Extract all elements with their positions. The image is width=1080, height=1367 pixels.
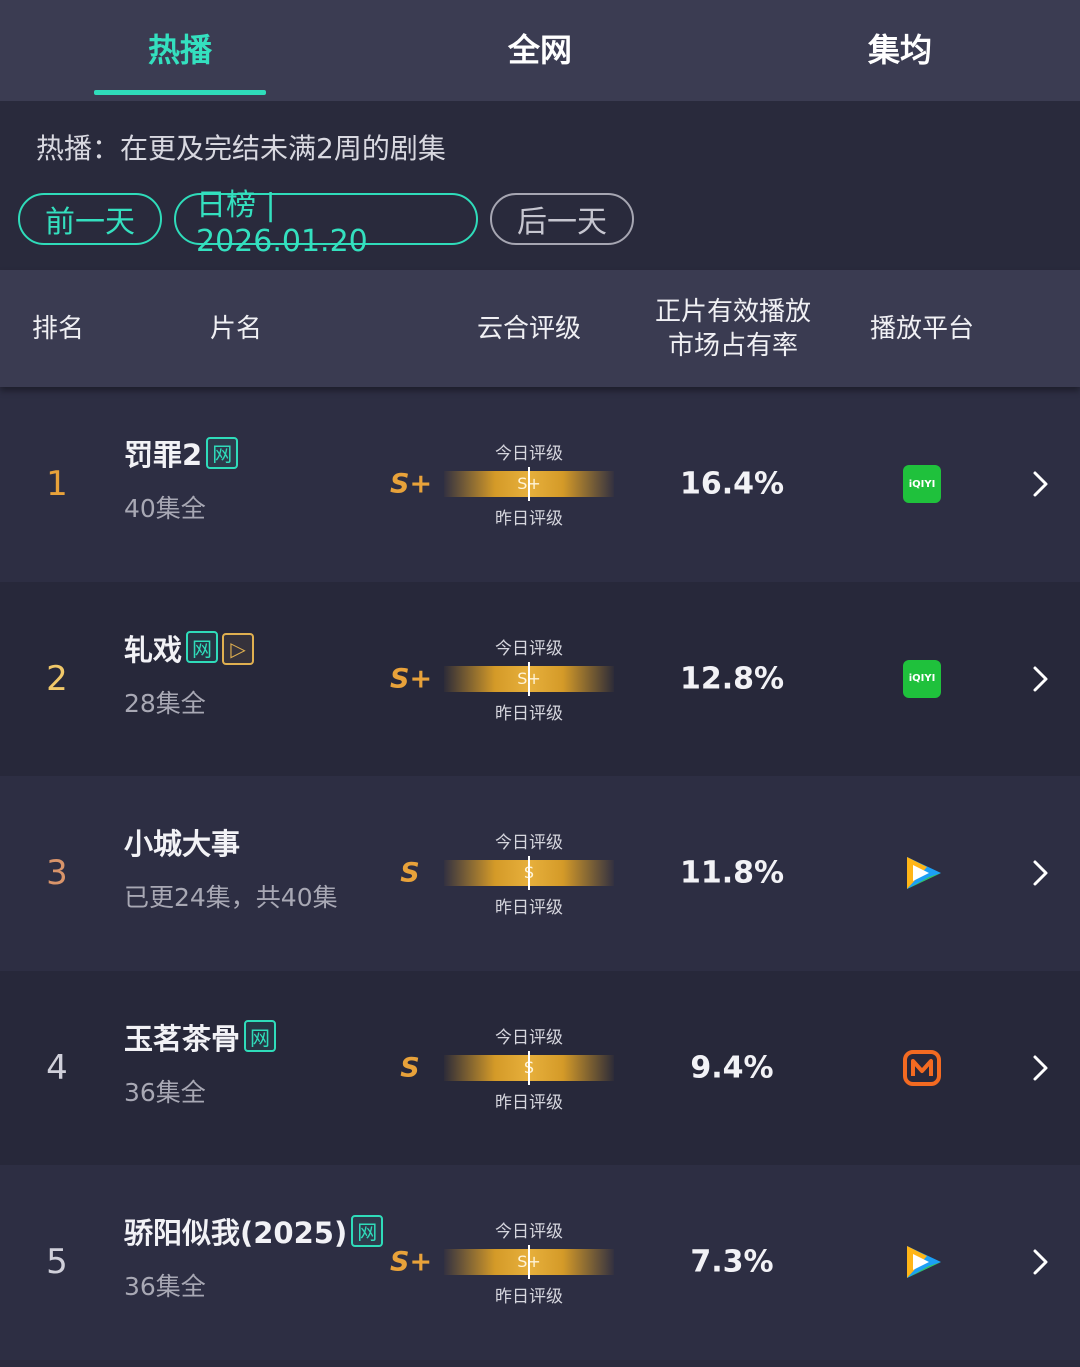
episode-count: 40集全 — [124, 494, 206, 523]
grade-marker — [528, 1245, 530, 1280]
market-share: 9.4% — [690, 1050, 774, 1086]
grade-comparison: 今日评级S+昨日评级 — [444, 439, 614, 529]
grade-comparison: 今日评级S昨日评级 — [444, 828, 614, 918]
grade-comparison: 今日评级S+昨日评级 — [444, 634, 614, 724]
previous-day-button[interactable]: 前一天 — [18, 193, 162, 245]
today-grade-label: 今日评级 — [495, 833, 563, 854]
tab-hot[interactable]: 热播 — [0, 0, 360, 101]
today-grade-label: 今日评级 — [495, 444, 563, 465]
rank-number: 2 — [46, 658, 68, 699]
title-cell[interactable]: 玉茗茶骨网 36集全 — [124, 1019, 384, 1109]
chevron-right-icon[interactable] — [1028, 1054, 1052, 1082]
chevron-right-icon[interactable] — [1028, 470, 1052, 498]
chevron-right-icon[interactable] — [1028, 665, 1052, 693]
show-title[interactable]: 罚罪2 — [124, 438, 202, 472]
today-grade-label: 今日评级 — [495, 638, 563, 659]
chevron-right-icon[interactable] — [1028, 1248, 1052, 1276]
market-share: 16.4% — [679, 466, 785, 502]
market-share: 7.3% — [690, 1244, 774, 1280]
filter-panel: 热播：在更及完结未满2周的剧集 前一天 日榜 | 2026.01.20 后一天 — [0, 101, 1080, 270]
top-tab-bar: 热播 全网 集均 — [0, 0, 1080, 101]
grade-marker — [528, 1050, 530, 1085]
header-market-share-line2: 市场占有率 — [667, 330, 798, 361]
chevron-right-icon[interactable] — [1028, 859, 1052, 887]
next-day-button[interactable]: 后一天 — [490, 193, 634, 245]
title-cell[interactable]: 轧戏网 ▷ 28集全 — [124, 630, 384, 720]
table-row[interactable]: 2 轧戏网▷ 28集全 S+ 今日评级S+昨日评级 12.8% iQIYI — [0, 581, 1080, 776]
rank-number: 4 — [46, 1047, 68, 1088]
market-share: 11.8% — [679, 855, 785, 891]
date-controls: 前一天 日榜 | 2026.01.20 后一天 — [18, 188, 1062, 259]
grade-label: S+ — [390, 663, 433, 695]
episode-count: 28集全 — [124, 688, 206, 718]
episode-count: 36集全 — [124, 1077, 206, 1107]
iqiyi-icon: iQIYI — [903, 659, 941, 698]
grade-marker — [528, 856, 530, 891]
header-market-share: 正片有效播放 市场占有率 — [640, 295, 826, 363]
show-title[interactable]: 玉茗茶骨 — [124, 1022, 240, 1056]
header-market-share-line1: 正片有效播放 — [654, 296, 811, 327]
list-description: 热播：在更及完结未满2周的剧集 — [36, 132, 446, 165]
market-share: 12.8% — [679, 661, 785, 697]
rank-number: 1 — [46, 464, 68, 505]
title-cell[interactable]: 骄阳似我(2025) 网 36集全 — [124, 1213, 384, 1303]
web-series-badge: 网 — [186, 631, 219, 663]
grade-label: S+ — [390, 1246, 433, 1278]
table-header: 排名 片名 云合评级 正片有效播放 市场占有率 播放平台 — [0, 270, 1080, 387]
yesterday-grade-label: 昨日评级 — [495, 898, 563, 919]
today-grade-label: 今日评级 — [495, 1222, 563, 1243]
show-title[interactable]: 轧戏 — [124, 633, 182, 667]
show-title[interactable]: 骄阳似我(2025) — [124, 1216, 347, 1250]
grade-marker — [528, 467, 530, 502]
yesterday-grade-label: 昨日评级 — [495, 1092, 563, 1113]
ranking-list: 1罚罪2网40集全S+今日评级S+昨日评级16.4%iQIYI2轧戏网▷28集全… — [0, 387, 1080, 1360]
episode-count: 36集全 — [124, 1272, 206, 1301]
header-grade: 云合评级 — [476, 313, 581, 344]
web-series-badge: 网 — [351, 1214, 384, 1247]
grade-marker — [528, 661, 530, 696]
tab-all-network[interactable]: 全网 — [360, 0, 720, 101]
exclusive-badge-icon: ▷ — [222, 632, 255, 665]
tencent-video-icon — [903, 1243, 941, 1281]
rank-number: 3 — [46, 853, 68, 894]
header-platform: 播放平台 — [869, 313, 974, 344]
yesterday-grade-label: 昨日评级 — [495, 1287, 563, 1308]
web-series-badge: 网 — [206, 436, 239, 469]
tencent-video-icon — [903, 854, 941, 892]
header-title: 片名 — [209, 313, 262, 344]
table-row[interactable]: 5 骄阳似我(2025)网 36集全 S+ 今日评级S+昨日评级 7.3% — [0, 1165, 1080, 1360]
grade-comparison: 今日评级S昨日评级 — [444, 1023, 614, 1113]
title-cell[interactable]: 罚罪2 网 40集全 — [124, 435, 384, 525]
table-row[interactable]: 1罚罪2网40集全S+今日评级S+昨日评级16.4%iQIYI — [0, 387, 1080, 582]
table-row[interactable]: 4 玉茗茶骨网 36集全 S 今日评级S昨日评级 9.4% — [0, 970, 1080, 1165]
table-row[interactable]: 3 小城大事已更24集，共40集 S 今日评级S昨日评级 11.8% — [0, 776, 1080, 971]
rank-number: 5 — [46, 1242, 68, 1283]
date-selector-button[interactable]: 日榜 | 2026.01.20 — [174, 188, 478, 259]
iqiyi-icon: iQIYI — [903, 465, 941, 504]
grade-label: S — [400, 1052, 420, 1084]
yesterday-grade-label: 昨日评级 — [495, 509, 563, 530]
header-rank: 排名 — [31, 313, 84, 344]
grade-comparison: 今日评级S+昨日评级 — [444, 1217, 614, 1307]
episode-count: 已更24集，共40集 — [124, 883, 338, 912]
yesterday-grade-label: 昨日评级 — [495, 703, 563, 724]
today-grade-label: 今日评级 — [495, 1027, 563, 1048]
show-title[interactable]: 小城大事 — [124, 827, 240, 861]
tab-episode-average[interactable]: 集均 — [720, 0, 1080, 101]
mango-tv-icon — [903, 1049, 941, 1087]
web-series-badge: 网 — [244, 1020, 277, 1052]
title-cell[interactable]: 小城大事已更24集，共40集 — [124, 824, 384, 914]
grade-label: S — [400, 857, 420, 889]
grade-label: S+ — [390, 468, 433, 500]
